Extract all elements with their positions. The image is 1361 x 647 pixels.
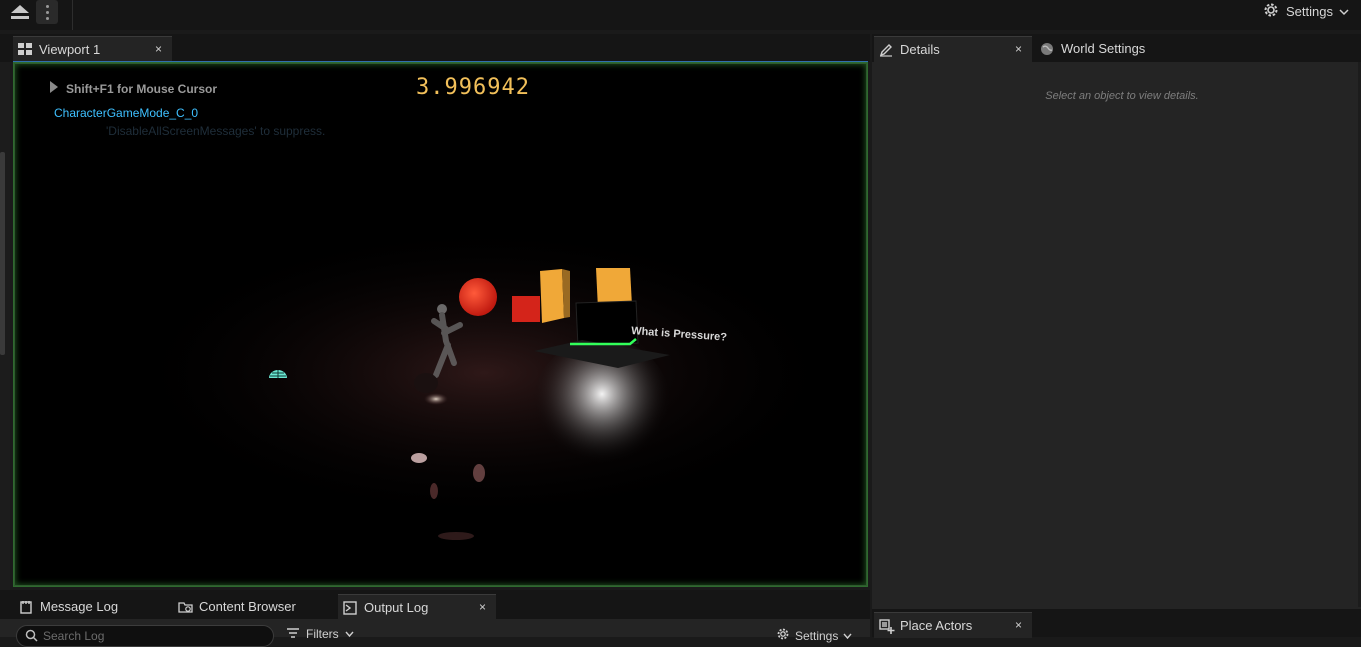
mouse-cursor-hint: Shift+F1 for Mouse Cursor [50, 81, 217, 96]
tab-content-browser[interactable]: Content Browser [172, 594, 332, 619]
tab-label: World Settings [1061, 41, 1146, 56]
tab-label: Details [900, 42, 940, 57]
chevron-down-icon [843, 629, 852, 643]
filter-icon [286, 627, 300, 641]
close-icon[interactable]: × [479, 600, 486, 614]
mouse-hint-text: Shift+F1 for Mouse Cursor [66, 81, 218, 96]
search-log-input[interactable]: Search Log [16, 625, 274, 647]
place-actors-icon [879, 618, 895, 634]
scene-render: What is Pressure? [124, 223, 844, 540]
details-icon [879, 43, 893, 57]
close-icon[interactable]: × [1015, 42, 1022, 56]
details-panel [872, 34, 1361, 609]
search-icon [25, 629, 38, 645]
black-pedestal [575, 300, 639, 348]
game-mode-message: CharacterGameMode_C_0 [54, 106, 199, 120]
close-icon[interactable]: × [155, 42, 162, 56]
tab-label: Content Browser [199, 599, 296, 614]
tab-output-log[interactable]: Output Log × [338, 594, 496, 620]
orange-block-left [540, 269, 564, 323]
tab-viewport-1[interactable]: Viewport 1 × [13, 36, 172, 62]
settings-label: Settings [795, 628, 839, 643]
tab-label: Viewport 1 [39, 42, 101, 57]
globe-icon [1040, 42, 1054, 56]
floor-glow [124, 223, 844, 523]
output-log-settings-button[interactable]: Settings [776, 627, 852, 644]
tab-place-actors[interactable]: Place Actors × [874, 612, 1032, 638]
settings-label: Settings [1286, 3, 1333, 19]
main-toolbar [0, 0, 1361, 30]
gear-icon [776, 627, 790, 644]
settings-button[interactable]: Settings [1262, 0, 1349, 22]
search-placeholder: Search Log [43, 629, 105, 643]
tab-details[interactable]: Details × [874, 36, 1032, 62]
kebab-icon[interactable] [36, 0, 58, 24]
red-cube [512, 296, 540, 322]
tab-message-log[interactable]: Message Log [13, 594, 165, 619]
tab-label: Message Log [40, 599, 119, 614]
tab-world-settings[interactable]: World Settings [1040, 36, 1200, 61]
red-sphere [459, 278, 497, 316]
content-browser-icon [178, 600, 193, 614]
timer-readout: 3.996942 [416, 75, 530, 100]
cursor-icon [50, 81, 59, 96]
chevron-down-icon [1339, 4, 1349, 19]
eject-icon[interactable] [8, 3, 32, 21]
game-viewport[interactable]: What is Pressure? Shift+F1 for Mouse Cur… [13, 62, 868, 587]
message-log-icon [19, 600, 33, 614]
close-icon[interactable]: × [1015, 618, 1022, 632]
suppress-message: 'DisableAllScreenMessages' to suppress. [106, 124, 326, 138]
toolbar-divider [72, 0, 73, 30]
gear-icon [1262, 1, 1280, 22]
scrollbar-handle[interactable] [0, 152, 5, 355]
viewport-icon [18, 42, 32, 57]
chevron-down-icon [345, 627, 354, 641]
tab-label: Output Log [364, 600, 429, 615]
details-empty-message: Select an object to view details. [1045, 90, 1199, 102]
output-log-icon [343, 600, 357, 615]
filters-dropdown[interactable]: Filters [286, 627, 354, 641]
filters-label: Filters [306, 627, 339, 641]
tab-label: Place Actors [900, 618, 973, 633]
